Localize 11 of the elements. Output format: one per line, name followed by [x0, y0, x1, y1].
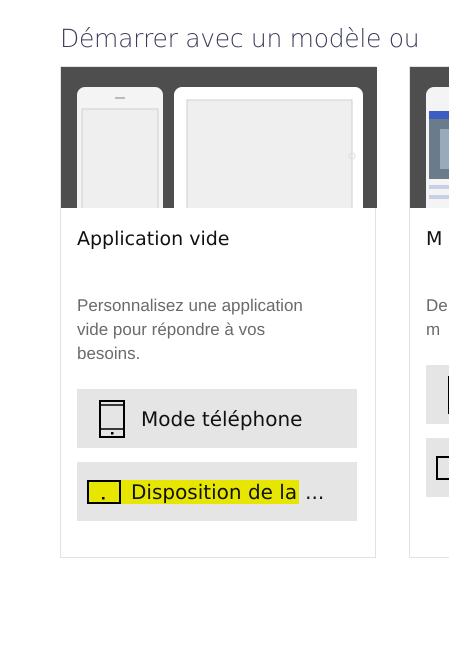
card-description: De m — [426, 295, 449, 341]
card-title: Application vide — [77, 228, 230, 250]
tablet-icon — [87, 480, 121, 504]
phone-mode-button[interactable]: Mode téléphone — [77, 389, 357, 448]
template-card[interactable]: Application vide Personnalisez une application vide pour répondre à vos besoins. Mode téléphone Disposition de la ... — [60, 66, 376, 558]
page-heading: Démarrer avec un modèle ou — [59, 23, 420, 53]
tablet-layout-button[interactable]: Disposition de la ... — [77, 462, 357, 521]
template-card[interactable]: M De m — [409, 66, 449, 558]
card-title: M — [426, 228, 444, 250]
card-description: Personnalisez une application vide pour répondre à vos besoins. — [77, 295, 304, 365]
phone-icon — [99, 400, 125, 438]
